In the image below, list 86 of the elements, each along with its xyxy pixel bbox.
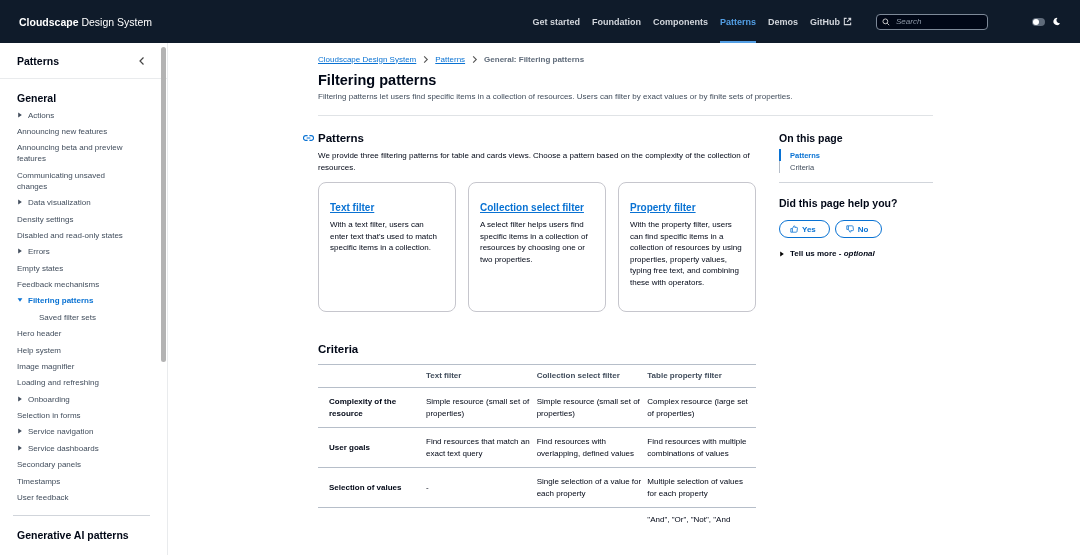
section-heading: General	[16, 92, 58, 104]
nav-link[interactable]: Demos	[768, 0, 798, 43]
column-header: Text filter	[426, 371, 462, 381]
yes-button[interactable]: Yes	[779, 220, 830, 238]
side-navigation-item[interactable]: Density settings	[17, 210, 129, 228]
side-navigation-item[interactable]: Timestamps	[17, 472, 129, 490]
nav-link[interactable]: Get started	[532, 0, 580, 43]
card-title-link[interactable]: Property filter	[630, 202, 696, 213]
caret-right-icon	[17, 444, 23, 451]
card-title-link[interactable]: Collection select filter	[480, 202, 584, 213]
page-description: Filtering patterns let users find specific items in a collection of resources. Users can filter by exact values or by finite sets of properties.	[318, 92, 794, 101]
side-navigation-item[interactable]: Onboarding	[17, 391, 129, 408]
side-navigation-item[interactable]: Selection in forms	[17, 407, 129, 424]
table-cell: Simple resource (small set of properties)	[426, 397, 530, 418]
table-cell: "And", "Or", "Not", "And	[647, 515, 731, 524]
table-cell: Simple resource (small set of properties)	[536, 397, 640, 418]
table-cell: Multiple selection of values for each property	[647, 477, 743, 498]
side-navigation-item[interactable]: Disabled and read-only states	[17, 227, 129, 244]
side-navigation-title: Patterns	[17, 55, 59, 67]
card-description: With a text filter, users can enter text that's used to match specific items in a collection.	[330, 219, 438, 254]
table-cell: Find resources that match an exact text query	[426, 437, 530, 458]
side-navigation-item[interactable]: Service navigation	[17, 423, 129, 441]
side-navigation-item[interactable]: Actions	[17, 107, 129, 124]
side-navigation-item[interactable]: Secondary panels	[17, 456, 129, 473]
section-heading: Criteria	[318, 342, 360, 356]
section-heading: Generative AI patterns	[16, 528, 130, 541]
caret-right-icon	[17, 428, 23, 435]
logo-link[interactable]: Cloudscape Design System	[19, 15, 153, 28]
table-cell: Find resources with multiple combinations of values	[647, 437, 747, 458]
side-navigation-item[interactable]: Saved filter sets	[17, 309, 129, 326]
search-icon	[882, 17, 890, 26]
chevron-left-icon[interactable]	[137, 56, 147, 66]
link-icon[interactable]	[303, 134, 314, 142]
card-description: A select filter helps users find specific items in a collection of resources by choosing one or two properties.	[480, 219, 589, 265]
column-header: Table property filter	[647, 371, 722, 381]
search-field[interactable]: Search	[876, 13, 988, 30]
breadcrumb-current: General: Filtering patterns	[484, 54, 585, 64]
card-description: With the property filter, users can find specific items in a collection of resources by using properties, property values, typing free text, and combining these with operators.	[630, 219, 743, 288]
nav-link[interactable]: Components	[652, 0, 708, 43]
side-navigation-item[interactable]: Help system	[17, 341, 129, 359]
on-this-page-title: On this page	[779, 132, 844, 144]
side-navigation-item[interactable]: Filtering patterns	[17, 292, 129, 310]
no-button[interactable]: No	[834, 220, 883, 238]
caret-right-icon	[17, 199, 23, 206]
side-navigation-item[interactable]: Service dashboards	[17, 440, 129, 457]
chevron-right-icon	[421, 54, 431, 64]
caret-right-icon	[17, 248, 23, 255]
table-cell: Selection of values	[329, 482, 402, 492]
feedback-question: Did this page help you?	[779, 197, 899, 209]
side-navigation-item[interactable]: Empty states	[17, 260, 129, 277]
table-cell: -	[426, 482, 429, 492]
table-cell: Complex resource (large set of properties)	[647, 397, 748, 418]
chevron-right-icon	[470, 54, 480, 64]
table-cell: Find resources with overlapping, defined values	[536, 437, 635, 458]
side-navigation-item[interactable]: Feedback mechanisms	[17, 276, 129, 293]
side-navigation-item[interactable]: Announcing beta and preview features	[17, 139, 129, 168]
side-navigation-item[interactable]: Hero header	[17, 325, 129, 342]
side-navigation-item[interactable]: User feedback	[17, 489, 129, 506]
side-navigation-item[interactable]: Errors	[17, 243, 129, 260]
caret-right-icon	[17, 111, 23, 118]
tell-us-more-toggle[interactable]: Tell us more - optional	[779, 249, 933, 258]
side-navigation-item[interactable]: Image magnifier	[17, 358, 129, 375]
table-cell: User goals	[329, 442, 370, 452]
thumbs-down-icon	[845, 225, 854, 233]
moon-icon	[1052, 17, 1061, 26]
section-heading: Patterns	[318, 131, 365, 145]
side-navigation-item[interactable]: Data visualization	[17, 194, 129, 211]
side-navigation-item[interactable]: Announcing new features	[17, 123, 129, 140]
table-cell: Single selection of a value for each property	[536, 477, 642, 498]
section-intro: We provide three filtering patterns for table and cards views. Choose a pattern based on the complexity of the collection of resources.	[318, 150, 751, 173]
nav-link[interactable]: GitHub	[810, 0, 852, 43]
breadcrumb-link[interactable]: Cloudscape Design System	[318, 54, 417, 64]
caret-right-icon	[779, 250, 785, 257]
thumbs-up-icon	[790, 225, 798, 233]
page-title: Filtering patterns	[318, 71, 438, 89]
table-cell: Complexity of the resource	[329, 397, 397, 418]
side-navigation-item[interactable]: Loading and refreshing	[17, 374, 129, 391]
theme-toggle[interactable]	[1032, 17, 1045, 26]
caret-down-icon	[17, 297, 23, 304]
nav-link[interactable]: Patterns	[719, 0, 756, 43]
column-header: Collection select filter	[536, 371, 620, 381]
card-title-link[interactable]: Text filter	[330, 202, 375, 213]
breadcrumb-link[interactable]: Patterns	[435, 54, 466, 64]
caret-right-icon	[17, 395, 23, 402]
side-navigation-item[interactable]: Communicating unsaved changes	[17, 167, 129, 195]
nav-link[interactable]: Foundation	[591, 0, 641, 43]
